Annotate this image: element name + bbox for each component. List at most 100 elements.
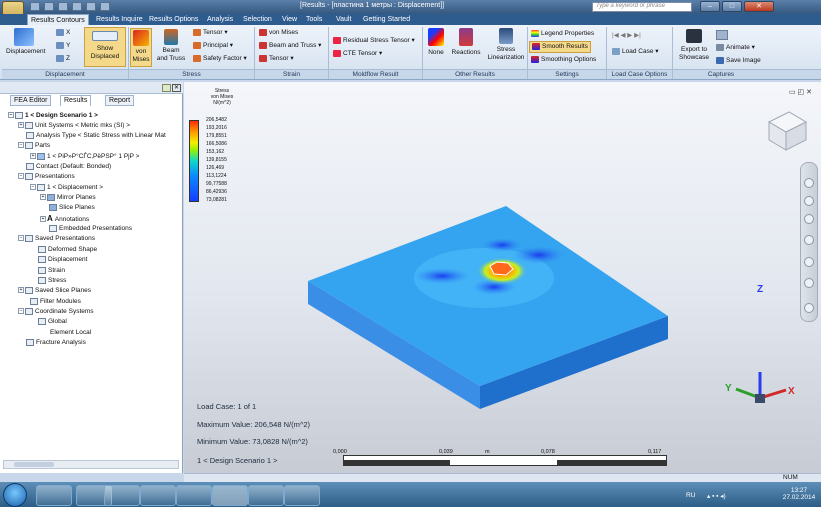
taskbar-simulation-icon[interactable] [212, 485, 248, 506]
tab-selection[interactable]: Selection [240, 14, 275, 25]
minimize-button[interactable]: – [700, 1, 720, 12]
tray-icons[interactable]: ▴ ▪ ▪ ◂) [707, 492, 726, 500]
taskbar-media-player-icon[interactable] [104, 485, 140, 506]
displacement-y-button[interactable]: Y [56, 42, 70, 50]
reactions-button[interactable]: Reactions [450, 28, 482, 57]
look-at-icon[interactable] [804, 257, 814, 267]
tree-item-displacement-presentation[interactable]: −1 < Displacement > [30, 183, 103, 193]
viewcube[interactable] [767, 111, 808, 151]
save-icon[interactable] [58, 2, 68, 11]
navbar-options-icon[interactable] [804, 303, 814, 313]
strain-tensor-button[interactable]: Tensor ▾ [259, 55, 294, 63]
viewport-window-controls[interactable]: ▭ ◰ ✕ [789, 88, 812, 96]
save-image-button[interactable]: Save Image [716, 57, 761, 65]
tree-item-slice-planes[interactable]: Slice Planes [49, 203, 95, 213]
strain-beam-truss-button[interactable]: Beam and Truss ▾ [259, 42, 321, 50]
open-icon[interactable] [44, 2, 54, 11]
language-indicator[interactable]: RU [686, 492, 695, 499]
tab-getting-started[interactable]: Getting Started [360, 14, 413, 25]
tree-item-saved-slice-planes[interactable]: + Saved Slice Planes [18, 286, 91, 296]
tree-item-saved-presentations[interactable]: − Saved Presentations [18, 234, 95, 244]
smooth-results-icon [532, 43, 540, 50]
displacement-x-button[interactable]: X [56, 29, 70, 37]
tab-fea-editor[interactable]: FEA Editor [10, 95, 52, 106]
tab-results-inquire[interactable]: Results Inquire [93, 14, 146, 25]
tree-item-embedded-presentations[interactable]: Embedded Presentations [49, 224, 132, 234]
tab-results-contours[interactable]: Results Contours [27, 14, 89, 25]
tab-results-options[interactable]: Results Options [146, 14, 201, 25]
tab-results[interactable]: Results [60, 95, 92, 106]
print-icon[interactable] [72, 2, 82, 11]
load-case-button[interactable]: Load Case ▾ [612, 48, 659, 56]
panel-close-icon[interactable]: ✕ [172, 84, 181, 92]
tree-item-stress[interactable]: Stress [38, 276, 66, 286]
close-button[interactable]: ✕ [744, 1, 774, 12]
scrollbar-thumb[interactable] [14, 462, 54, 467]
tree-item-analysis-type[interactable]: Analysis Type < Static Stress with Linea… [26, 131, 166, 141]
legend-properties-button[interactable]: Legend Properties [531, 30, 594, 38]
tab-tools[interactable]: Tools [303, 14, 325, 25]
taskbar-word-icon[interactable] [284, 485, 320, 506]
tree-item-deformed-shape[interactable]: Deformed Shape [38, 245, 97, 255]
smooth-results-button[interactable]: Smooth Results [529, 41, 591, 54]
new-icon[interactable] [30, 2, 40, 11]
stress-beam-truss-button[interactable]: Beam and Truss [155, 28, 187, 63]
animate-button[interactable]: Animate ▾ [716, 44, 755, 52]
taskbar-skype-icon[interactable] [140, 485, 176, 506]
taskbar-ie-icon[interactable] [36, 485, 72, 506]
tray-clock[interactable]: 13:27 27.02.2014 [780, 487, 818, 501]
undo-icon[interactable] [86, 2, 96, 11]
pan-icon[interactable] [804, 196, 814, 206]
tree-item-element-local[interactable]: Element Local [50, 328, 91, 338]
tree-item-global[interactable]: Global [38, 317, 67, 327]
smoothing-options-button[interactable]: Smoothing Options [531, 56, 596, 64]
export-to-showcase-button[interactable]: Export to Showcase [676, 28, 712, 62]
stress-safety-factor-button[interactable]: Safety Factor ▾ [193, 55, 247, 63]
maximum-value-text: Maximum Value: 206,548 N/(m^2) [197, 420, 311, 429]
taskbar-window-icon[interactable] [248, 485, 284, 506]
strain-von-mises-button[interactable]: von Mises [259, 29, 298, 37]
tree-item-strain[interactable]: Strain [38, 266, 65, 276]
cte-tensor-button[interactable]: CTE Tensor ▾ [333, 50, 382, 58]
tree-item-presentations[interactable]: − Presentations [18, 172, 75, 182]
tree-item-contact[interactable]: Contact (Default: Bonded) [26, 162, 111, 172]
steering-wheel-icon[interactable] [804, 178, 814, 188]
panel-pin-icon[interactable] [162, 84, 171, 92]
tab-vault[interactable]: Vault [333, 14, 354, 25]
tree-item-displacement[interactable]: Displacement [38, 255, 87, 265]
zoom-window-icon[interactable] [804, 278, 814, 288]
stress-linearization-button[interactable]: Stress Linearization [487, 28, 525, 62]
tab-view[interactable]: View [279, 14, 300, 25]
tree-item-part-1[interactable]: +1 < PiP»P°CЃC‚PёPSP° 1 PјP > [30, 152, 139, 162]
load-case-nav-buttons[interactable]: |◀ ◀ ▶ ▶| [612, 32, 641, 40]
tab-report[interactable]: Report [105, 95, 135, 106]
tree-item-unit-systems[interactable]: + Unit Systems < Metric mks (SI) > [18, 121, 130, 131]
zoom-icon[interactable] [804, 214, 814, 224]
tab-analysis[interactable]: Analysis [204, 14, 236, 25]
tree-item-design-scenario[interactable]: −1 < Design Scenario 1 > [8, 111, 98, 121]
show-displaced-icon [92, 31, 118, 41]
tree-item-parts[interactable]: − Parts [18, 141, 50, 151]
residual-stress-tensor-button[interactable]: Residual Stress Tensor ▾ [333, 37, 415, 45]
search-input[interactable]: Type a keyword or phrase [592, 2, 692, 12]
redo-icon[interactable] [100, 2, 110, 11]
part-icon [37, 152, 45, 160]
maximize-button[interactable]: □ [722, 1, 742, 12]
displacement-button[interactable]: Displacement [6, 28, 45, 56]
tree-item-coordinate-systems[interactable]: − Coordinate Systems [18, 307, 94, 317]
capture-settings-icon[interactable] [716, 30, 728, 40]
orbit-icon[interactable] [804, 235, 814, 245]
stress-tensor-button[interactable]: Tensor ▾ [193, 29, 228, 37]
none-results-button[interactable]: None [425, 28, 447, 57]
start-button[interactable] [3, 483, 27, 507]
show-displaced-button[interactable]: Show Displaced [84, 27, 126, 67]
reactions-icon [459, 28, 473, 46]
stress-von-mises-button[interactable]: von Mises [130, 28, 152, 67]
displacement-z-button[interactable]: Z [56, 55, 70, 63]
taskbar-inventor-icon[interactable] [176, 485, 212, 506]
tree-item-filter-modules[interactable]: Filter Modules [30, 297, 81, 307]
displacement-tree-icon [38, 255, 46, 263]
tree-item-fracture-analysis[interactable]: Fracture Analysis [26, 338, 86, 348]
stress-principal-button[interactable]: Principal ▾ [193, 42, 233, 50]
tree-item-mirror-planes[interactable]: + Mirror Planes [40, 193, 96, 203]
